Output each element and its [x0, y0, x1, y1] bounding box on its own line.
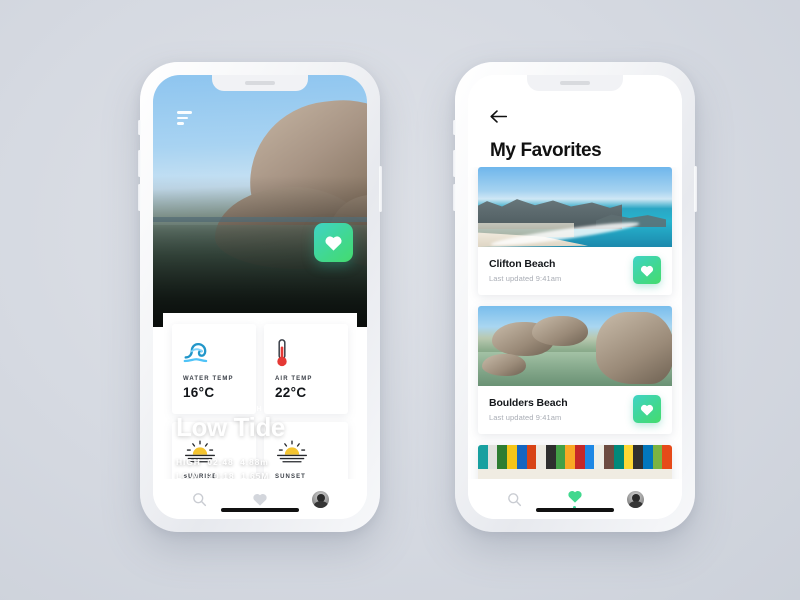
search-icon	[192, 492, 206, 506]
silent-switch[interactable]	[453, 120, 456, 135]
arrow-left-icon[interactable]	[490, 108, 508, 125]
beach-name: Clifton Beach	[489, 257, 556, 270]
hamburger-line	[177, 116, 188, 120]
thermometer-icon	[275, 336, 337, 370]
tab-profile[interactable]	[298, 490, 344, 508]
favorites-list[interactable]: Clifton Beach Last updated 9:41am Boulde…	[468, 167, 682, 479]
list-item-row: Clifton Beach Last updated 9:41am	[478, 247, 672, 295]
heart-icon	[325, 236, 342, 251]
beach-thumbnail-huts	[478, 445, 672, 479]
power-button[interactable]	[379, 166, 382, 212]
page-title: Low Tide	[176, 411, 285, 442]
volume-down-button[interactable]	[453, 184, 456, 211]
weather-card-value: 16°C	[183, 385, 215, 400]
list-item[interactable]: Boulders Beach Last updated 9:41am	[478, 306, 672, 434]
hamburger-icon[interactable]	[177, 111, 192, 128]
list-item-partial[interactable]	[478, 445, 672, 479]
silent-switch[interactable]	[138, 120, 141, 135]
photo-detail	[478, 445, 672, 469]
tab-favorites[interactable]	[237, 492, 283, 506]
tide-row-high: HIGH 02:48 4.88m	[176, 456, 269, 467]
favorite-button[interactable]	[633, 395, 661, 423]
tab-search[interactable]	[176, 492, 222, 507]
weather-card-water-temp[interactable]: WATER TEMP 16°C	[172, 324, 256, 414]
bottom-tab-bar	[468, 479, 682, 519]
weather-card-value: 22°C	[275, 385, 307, 400]
beach-name-label: BOULDERS BEACH	[176, 405, 264, 413]
search-icon	[507, 492, 521, 506]
phone-home-screen: BOULDERS BEACH Low Tide HIGH 02:48 4.88m…	[153, 75, 367, 519]
avatar	[312, 490, 330, 508]
photo-detail	[532, 316, 588, 346]
tab-profile[interactable]	[613, 490, 659, 508]
hamburger-line	[177, 111, 192, 114]
beach-thumbnail-clifton	[478, 167, 672, 247]
last-updated-label: Last updated 9:41am	[489, 273, 562, 283]
favorite-button[interactable]	[314, 223, 353, 262]
list-item-row: Boulders Beach Last updated 9:41am	[478, 386, 672, 434]
tab-search[interactable]	[491, 492, 537, 507]
notch	[212, 75, 308, 91]
list-item[interactable]: Clifton Beach Last updated 9:41am	[478, 167, 672, 295]
photo-detail	[482, 354, 526, 376]
beach-thumbnail-boulders	[478, 306, 672, 386]
beach-name: Boulders Beach	[489, 396, 568, 409]
list-item-text: Boulders Beach Last updated 9:41am	[489, 397, 568, 422]
heart-icon	[640, 265, 654, 277]
speaker-grille	[245, 81, 275, 85]
tab-favorites-active[interactable]	[552, 489, 598, 509]
weather-card-label: AIR TEMP	[275, 376, 313, 382]
screenshot-canvas: BOULDERS BEACH Low Tide HIGH 02:48 4.88m…	[0, 0, 800, 600]
phone-home: BOULDERS BEACH Low Tide HIGH 02:48 4.88m…	[138, 62, 382, 532]
phone-favorites-screen: My Favorites Clifton Beach Last updated …	[468, 75, 682, 519]
bottom-tab-bar	[153, 479, 367, 519]
speaker-grille	[560, 81, 590, 85]
phone-favorites: My Favorites Clifton Beach Last updated …	[453, 62, 697, 532]
hamburger-line	[177, 122, 184, 125]
photo	[478, 306, 672, 386]
home-indicator	[221, 508, 299, 512]
heart-icon	[640, 404, 654, 416]
photo	[478, 167, 672, 247]
power-button[interactable]	[694, 166, 697, 212]
list-item-text: Clifton Beach Last updated 9:41am	[489, 258, 561, 283]
last-updated-label: Last updated 9:41am	[489, 412, 562, 422]
heart-icon	[568, 490, 582, 503]
weather-card-label: WATER TEMP	[183, 376, 234, 382]
photo-detail	[596, 312, 672, 384]
avatar	[627, 490, 645, 508]
volume-up-button[interactable]	[453, 150, 456, 177]
weather-card-air-temp[interactable]: AIR TEMP 22°C	[264, 324, 348, 414]
volume-down-button[interactable]	[138, 184, 141, 211]
volume-up-button[interactable]	[138, 150, 141, 177]
notch	[527, 75, 623, 91]
wave-icon	[183, 336, 245, 370]
favorite-button[interactable]	[633, 256, 661, 284]
page-title: My Favorites	[490, 140, 602, 161]
photo	[478, 445, 672, 479]
hero-text-block: BOULDERS BEACH Low Tide HIGH 02:48 4.88m…	[176, 406, 285, 483]
home-indicator	[536, 508, 614, 512]
heart-icon	[253, 493, 267, 506]
